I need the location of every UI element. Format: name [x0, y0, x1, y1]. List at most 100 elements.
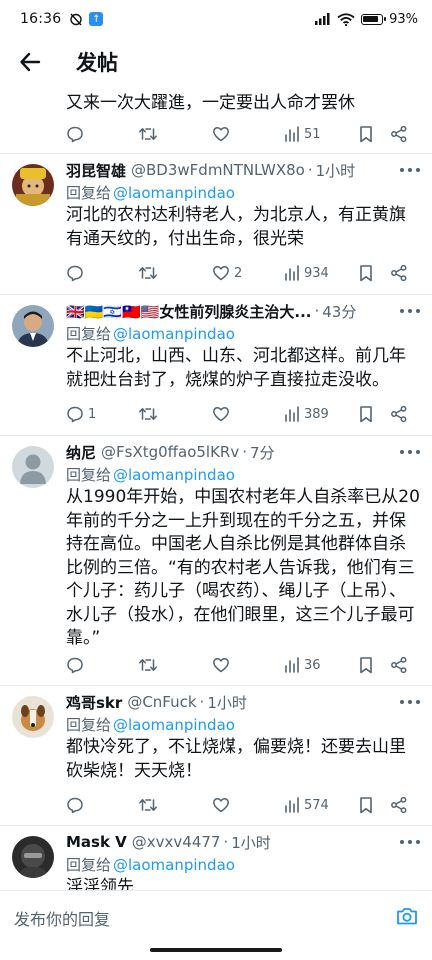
like-button[interactable]: [212, 796, 234, 814]
reply-input[interactable]: 发布你的回复: [14, 906, 110, 930]
replying-to: 回复给 @laomanpindao: [66, 466, 235, 484]
bookmark-button[interactable]: [358, 125, 374, 143]
home-gesture-bar[interactable]: [150, 948, 282, 952]
share-button[interactable]: [390, 796, 408, 814]
alarm-off-icon: [70, 13, 83, 26]
share-button[interactable]: [390, 656, 408, 674]
views-button[interactable]: 934: [284, 265, 329, 281]
replying-to: 回复给 @laomanpindao: [66, 716, 235, 734]
share-button[interactable]: [390, 405, 408, 423]
user-handle[interactable]: @xvxv4477: [132, 833, 221, 851]
tweet-time: 1小时: [231, 833, 271, 852]
bookmark-button[interactable]: [358, 264, 374, 282]
share-button[interactable]: [390, 125, 408, 143]
display-name[interactable]: 鸡哥skr: [66, 692, 122, 713]
tweet-actions: 1 389: [66, 402, 414, 426]
like-button[interactable]: [212, 656, 234, 674]
reply-icon: [67, 406, 83, 423]
views-count: 51: [304, 126, 321, 142]
avatar[interactable]: [12, 164, 54, 206]
like-button[interactable]: [212, 405, 234, 423]
reply-to-link[interactable]: @laomanpindao: [113, 856, 235, 874]
more-options-button[interactable]: [400, 444, 420, 460]
views-button[interactable]: 389: [284, 406, 329, 422]
more-options-button[interactable]: [400, 694, 420, 710]
heart-icon: [213, 798, 229, 813]
views-button[interactable]: 36: [284, 657, 321, 673]
tweet-actions: 36: [66, 653, 414, 677]
tweet-time: 1小时: [207, 693, 247, 712]
like-button[interactable]: 2: [212, 264, 242, 282]
battery-icon: [361, 13, 387, 25]
tweet-text: 淫淫领先: [66, 877, 134, 890]
more-options-button[interactable]: [400, 162, 420, 178]
views-count: 574: [304, 797, 329, 813]
heart-icon: [213, 658, 229, 673]
reply-to-link[interactable]: @laomanpindao: [113, 716, 235, 734]
reply-to-link[interactable]: @laomanpindao: [113, 325, 235, 343]
share-icon: [391, 264, 407, 282]
reply-button[interactable]: [66, 796, 88, 814]
tweet-actions: 51: [66, 122, 414, 146]
reply-to-link[interactable]: @laomanpindao: [113, 466, 235, 484]
reply-button[interactable]: [66, 125, 84, 143]
status-time: 16:36: [20, 11, 62, 27]
tweet-text: 不止河北，山西、山东、河北都这样。前几年就把灶台封了，烧煤的炉子直接拉走没收。: [66, 346, 406, 390]
tweet[interactable]: 纳尼 @FsXtg0ffao5lKRv · 7分 回复给 @laomanpinda…: [0, 436, 432, 686]
more-options-button[interactable]: [400, 834, 420, 850]
tweet[interactable]: 羽昆智雄 @BD3wFdmNTNLWX8o · 1小时 回复给 @laomanpi…: [0, 154, 432, 295]
bookmark-button[interactable]: [358, 405, 374, 423]
heart-icon: [213, 127, 229, 142]
tweet-partial[interactable]: 又来一次大躍進，一定要出人命才罢休 51: [0, 86, 432, 154]
user-handle[interactable]: @BD3wFdmNTNLWX8o: [131, 161, 305, 179]
avatar[interactable]: [12, 836, 54, 878]
views-count: 389: [304, 406, 329, 422]
reply-button[interactable]: [66, 264, 88, 282]
display-name[interactable]: 🇬🇧🇺🇦🇮🇱🇹🇼🇺🇸女性前列腺炎主治大...: [66, 301, 311, 322]
views-icon: [285, 265, 299, 281]
display-name[interactable]: Mask V: [66, 833, 127, 851]
tweet-time: 1小时: [315, 161, 356, 180]
views-icon: [285, 797, 299, 813]
views-button[interactable]: 574: [284, 797, 329, 813]
reply-feed[interactable]: 又来一次大躍進，一定要出人命才罢休 51 羽昆智雄 @BD3wFdmNTNLWX…: [0, 86, 432, 890]
tweet[interactable]: 🇬🇧🇺🇦🇮🇱🇹🇼🇺🇸女性前列腺炎主治大... · 43分 回复给 @laomanp…: [0, 295, 432, 436]
reply-button[interactable]: 1: [66, 405, 96, 423]
retweet-icon: [139, 128, 157, 140]
display-name[interactable]: 羽昆智雄: [66, 160, 126, 181]
share-icon: [391, 796, 407, 814]
retweet-button[interactable]: [138, 125, 158, 143]
retweet-button[interactable]: [138, 264, 162, 282]
more-options-button[interactable]: [400, 303, 420, 319]
bookmark-button[interactable]: [358, 656, 374, 674]
camera-button[interactable]: [396, 906, 418, 930]
tweet-actions: 2 934: [66, 261, 414, 285]
status-bar: 16:36 ↑ 93%: [0, 0, 432, 38]
reply-button[interactable]: [66, 656, 88, 674]
share-button[interactable]: [390, 264, 408, 282]
retweet-button[interactable]: [138, 405, 162, 423]
tweet[interactable]: 鸡哥skr @CnFuck · 1小时 回复给 @laomanpindao 都快冷…: [0, 686, 432, 826]
user-handle[interactable]: @CnFuck: [127, 693, 196, 711]
reply-composer[interactable]: 发布你的回复: [0, 890, 432, 944]
tweet-time: 7分: [250, 443, 275, 462]
back-button[interactable]: [14, 46, 46, 78]
tweet-text: 河北的农村达利特老人，为北京人，有正黄旗有通天纹的，付出生命，很光荣: [66, 205, 406, 249]
views-icon: [285, 126, 299, 142]
avatar[interactable]: [12, 696, 54, 738]
retweet-button[interactable]: [138, 656, 162, 674]
views-count: 934: [304, 265, 329, 281]
tweet[interactable]: Mask V @xvxv4477 · 1小时 回复给 @laomanpindao …: [0, 826, 432, 890]
display-name[interactable]: 纳尼: [66, 442, 96, 463]
user-handle[interactable]: @FsXtg0ffao5lKRv: [101, 443, 239, 461]
bookmark-button[interactable]: [358, 796, 374, 814]
page-title: 发帖: [76, 51, 118, 75]
avatar[interactable]: [12, 446, 54, 488]
like-button[interactable]: [212, 125, 230, 143]
wifi-icon: [337, 12, 355, 26]
retweet-button[interactable]: [138, 796, 162, 814]
avatar[interactable]: [12, 305, 54, 347]
reply-to-link[interactable]: @laomanpindao: [113, 184, 235, 202]
views-button[interactable]: 51: [284, 126, 321, 142]
views-icon: [285, 406, 299, 422]
